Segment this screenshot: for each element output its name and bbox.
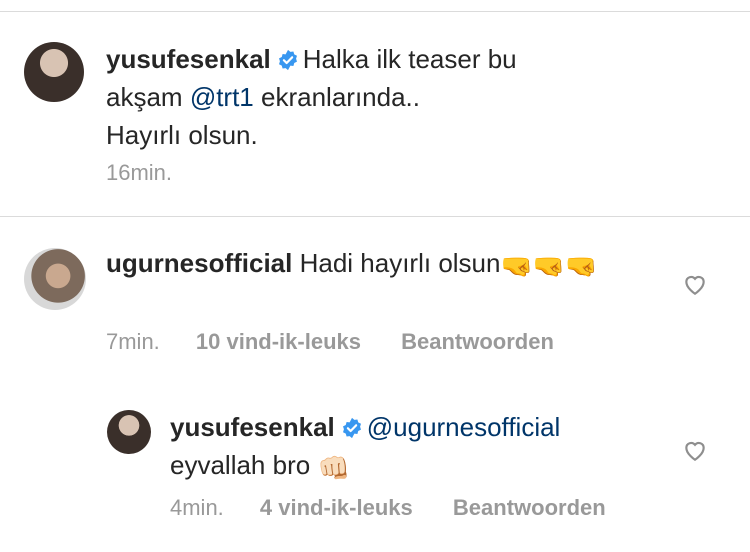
caption-line2-suffix: ekranlarında.. [261,82,420,112]
like-heart-icon[interactable] [682,272,708,296]
caption-meta: 16min. [106,160,172,186]
caption-line3: Hayırlı olsun. [106,120,258,150]
comment-body: Hadi hayırlı olsun [299,248,501,278]
avatar[interactable] [24,248,86,310]
comment-text: ugurnesofficial Hadi hayırlı olsun🤜🤜🤜 [106,244,666,282]
reply-timestamp: 4min. [170,495,224,520]
reply-button[interactable]: Beantwoorden [401,329,554,355]
reply-username[interactable]: yusufesenkal [170,412,335,442]
comment-meta: 7min. 10 vind-ik-leuks Beantwoorden [106,329,554,355]
caption-username[interactable]: yusufesenkal [106,44,271,74]
comment-username[interactable]: ugurnesofficial [106,248,292,278]
likes-count-link[interactable]: 4 vind-ik-leuks [260,495,413,521]
caption-timestamp: 16min. [106,160,173,185]
avatar[interactable] [24,42,84,102]
fist-bump-emoji-icon: 👊🏻 [317,453,350,483]
verified-badge-icon [342,417,361,439]
reply-button[interactable]: Beantwoorden [453,495,606,521]
mention-link[interactable]: @ugurnesofficial [367,412,561,442]
reply-text: yusufesenkal @ugurnesofficial eyvallah b… [170,408,670,484]
likes-count-link[interactable]: 10 vind-ik-leuks [196,329,361,355]
comment-timestamp: 7min. [106,329,160,354]
top-divider [0,11,750,12]
reply-body: eyvallah bro [170,450,311,480]
reply-meta: 4min. 4 vind-ik-leuks Beantwoorden [170,495,606,521]
fist-emoji-icon: 🤜🤜🤜 [500,251,598,281]
caption-line2-prefix: akşam [106,82,183,112]
mention-link[interactable]: @trt1 [190,82,254,112]
caption-text: yusufesenkal Halka ilk teaser bu akşam @… [106,40,736,154]
caption-line1: Halka ilk teaser bu [302,44,517,74]
section-divider [0,216,750,217]
verified-badge-icon [278,49,297,71]
avatar[interactable] [107,410,151,454]
like-heart-icon[interactable] [682,438,708,462]
